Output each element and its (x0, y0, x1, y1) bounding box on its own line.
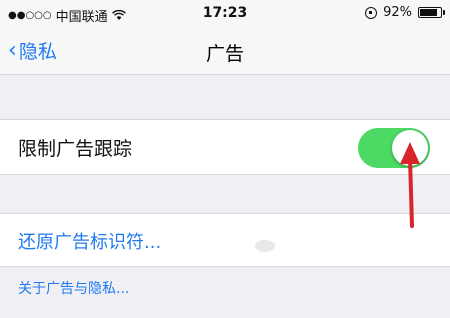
status-right: 92% (365, 5, 445, 20)
status-bar: ●●○○○ 中国联通 17:23 92% (0, 0, 450, 28)
reset-ad-identifier-button[interactable]: 还原广告标识符... (18, 228, 161, 254)
image-artifact (255, 240, 275, 252)
battery-fill (420, 9, 437, 16)
about-ads-privacy-link[interactable]: 关于广告与隐私... (18, 278, 129, 298)
navigation-bar: ‹ 隐私 广告 (0, 28, 450, 75)
rotation-lock-icon (365, 6, 378, 19)
annotation-arrow-icon (400, 142, 420, 228)
settings-screen: ●●○○○ 中国联通 17:23 92% ‹ 隐私 广告 限制广告跟踪 还原广告… (0, 0, 450, 318)
battery-icon (418, 7, 445, 18)
page-title: 广告 (205, 43, 244, 65)
battery-percent: 92% (383, 5, 412, 20)
limit-ad-tracking-row: 限制广告跟踪 (0, 119, 450, 175)
reset-ad-identifier-row: 还原广告标识符... (0, 213, 450, 267)
limit-ad-tracking-label: 限制广告跟踪 (18, 138, 133, 160)
